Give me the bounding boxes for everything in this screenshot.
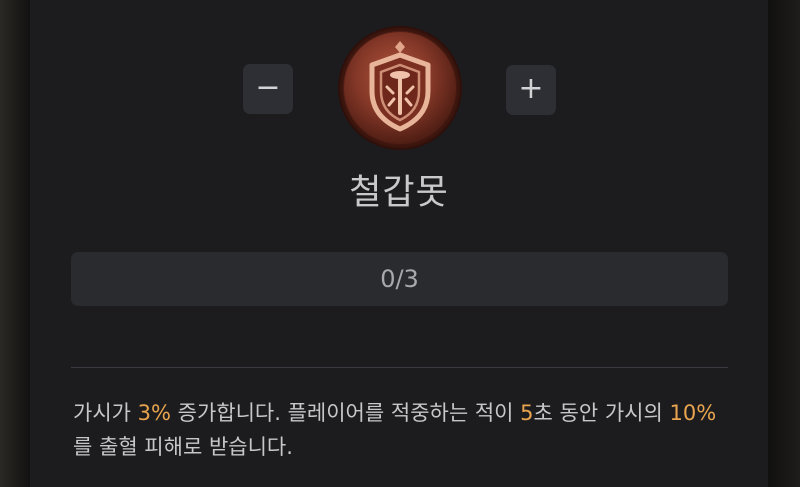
rank-counter: 0/3 <box>380 265 419 293</box>
minus-icon: − <box>255 70 281 105</box>
description-text: 를 출혈 피해로 받습니다. <box>73 435 293 459</box>
bleed-percent-value: 10% <box>669 401 717 425</box>
shield-emblem-icon <box>338 26 462 150</box>
description-text: 가시가 <box>73 401 138 425</box>
skill-panel: − + 철갑못 0/3 가시가 3% 증가합니다. 플레이어를 적중하는 적이 … <box>30 0 768 487</box>
bleed-duration-value: 5 <box>520 401 534 425</box>
background-left-frame <box>0 0 30 487</box>
skill-description: 가시가 3% 증가합니다. 플레이어를 적중하는 적이 5초 동안 가시의 10… <box>73 396 733 464</box>
description-text: 증가합니다. 플레이어를 적중하는 적이 <box>170 401 521 425</box>
section-divider <box>71 367 728 368</box>
increase-rank-button[interactable]: + <box>506 65 556 115</box>
rank-progress-bar: 0/3 <box>71 252 728 306</box>
description-text: 초 동안 가시의 <box>533 401 670 425</box>
thorns-increase-value: 3% <box>137 401 171 425</box>
decrease-rank-button[interactable]: − <box>243 64 293 114</box>
skill-title: 철갑못 <box>349 173 449 213</box>
skill-detail-screen: − + 철갑못 0/3 가시가 3% 증가합니다. 플레이어를 적중하는 적이 … <box>0 0 800 487</box>
background-right-frame <box>768 0 800 487</box>
plus-icon: + <box>518 71 544 106</box>
